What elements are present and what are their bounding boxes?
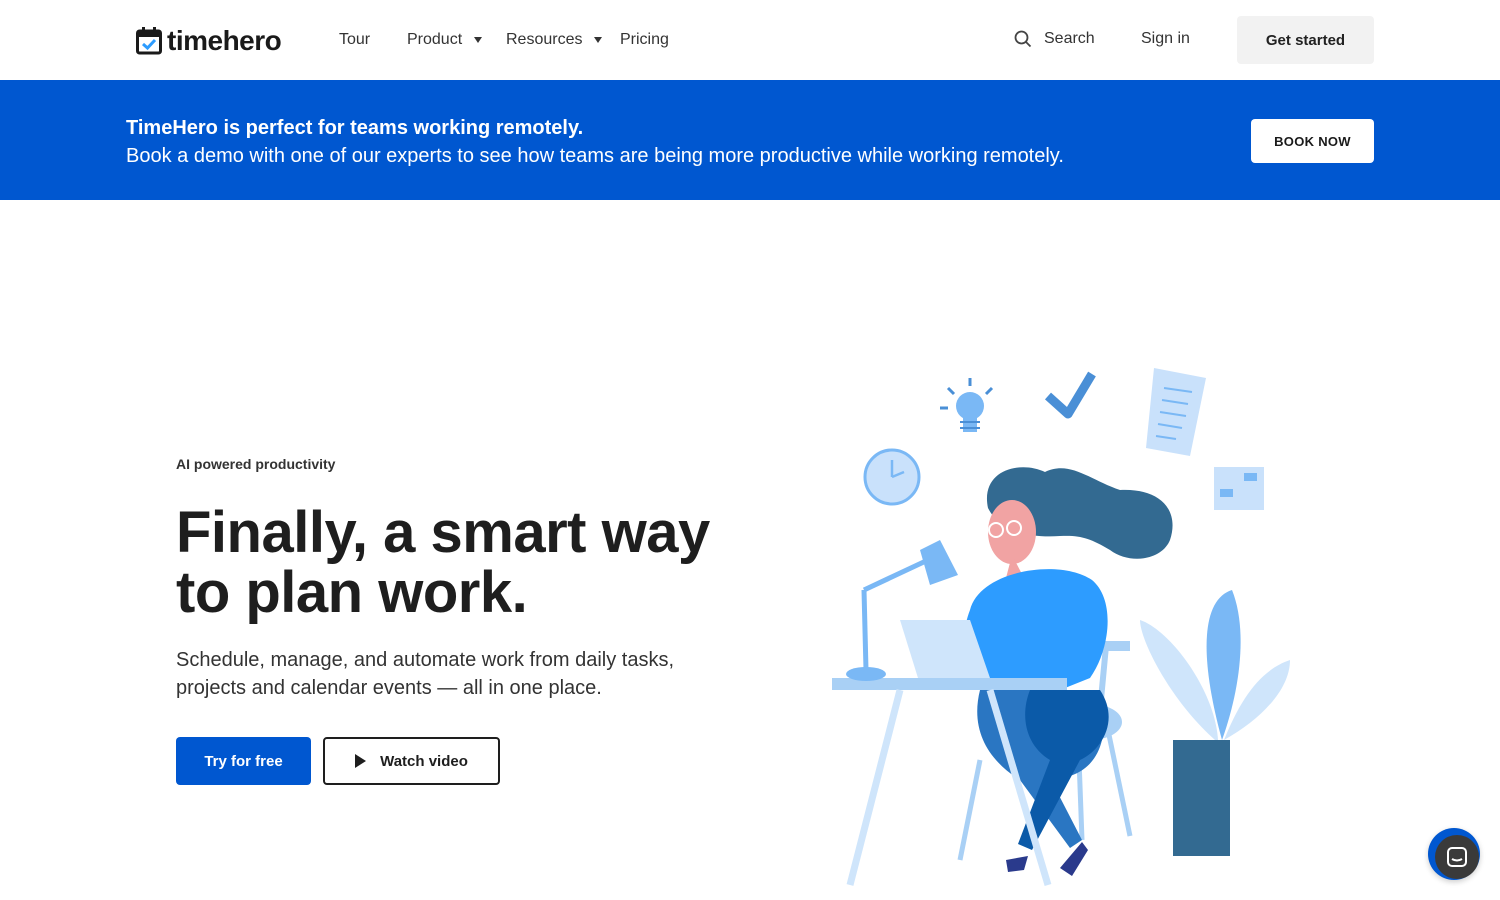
- banner-title: TimeHero is perfect for teams working re…: [126, 117, 584, 139]
- nav-product[interactable]: Product: [407, 30, 483, 50]
- sign-in-link[interactable]: Sign in: [1141, 30, 1190, 48]
- watch-video-label: Watch video: [380, 752, 468, 770]
- remote-teams-banner: TimeHero is perfect for teams working re…: [0, 80, 1500, 200]
- banner-subtitle: Book a demo with one of our experts to s…: [126, 145, 1064, 167]
- search-icon: [1014, 30, 1032, 48]
- plant: [1140, 590, 1290, 856]
- caret-down-icon: [474, 37, 483, 43]
- document-icon: [1146, 368, 1206, 456]
- nav-resources-label: Resources: [506, 31, 583, 48]
- nav-tour-label: Tour: [339, 31, 371, 48]
- lightbulb-icon: [940, 378, 994, 432]
- hero-subtext: Schedule, manage, and automate work from…: [176, 649, 675, 699]
- hero-headline: Finally, a smart way to plan work.: [176, 500, 710, 625]
- search-label: Search: [1044, 30, 1095, 47]
- book-now-button[interactable]: BOOK NOW: [1251, 119, 1374, 163]
- clock-icon: [863, 448, 921, 506]
- hero-eyebrow: AI powered productivity: [176, 456, 336, 472]
- caret-down-icon: [594, 37, 603, 43]
- chat-widget-button[interactable]: [1428, 828, 1480, 880]
- timehero-logo[interactable]: timehero: [136, 25, 282, 57]
- nav-pricing[interactable]: Pricing: [620, 30, 669, 50]
- woman-at-desk-illustration: [832, 368, 1290, 886]
- nav-resources[interactable]: Resources: [506, 30, 603, 50]
- chat-icon: [1447, 847, 1467, 867]
- nav-tour[interactable]: Tour: [339, 30, 370, 50]
- logo-text: timehero: [167, 25, 282, 56]
- get-started-button[interactable]: Get started: [1237, 16, 1374, 64]
- nav-product-label: Product: [407, 31, 463, 48]
- window-icon: [1214, 467, 1264, 510]
- play-icon: [355, 754, 367, 768]
- top-navigation: timehero Tour Product Resources Pricing …: [0, 0, 1500, 80]
- nav-pricing-label: Pricing: [620, 31, 669, 48]
- checkmark-icon: [1044, 371, 1096, 419]
- watch-video-button[interactable]: Watch video: [323, 737, 500, 785]
- calendar-check-icon: [136, 27, 162, 55]
- try-for-free-button[interactable]: Try for free: [176, 737, 311, 785]
- search-button[interactable]: Search: [1014, 30, 1095, 48]
